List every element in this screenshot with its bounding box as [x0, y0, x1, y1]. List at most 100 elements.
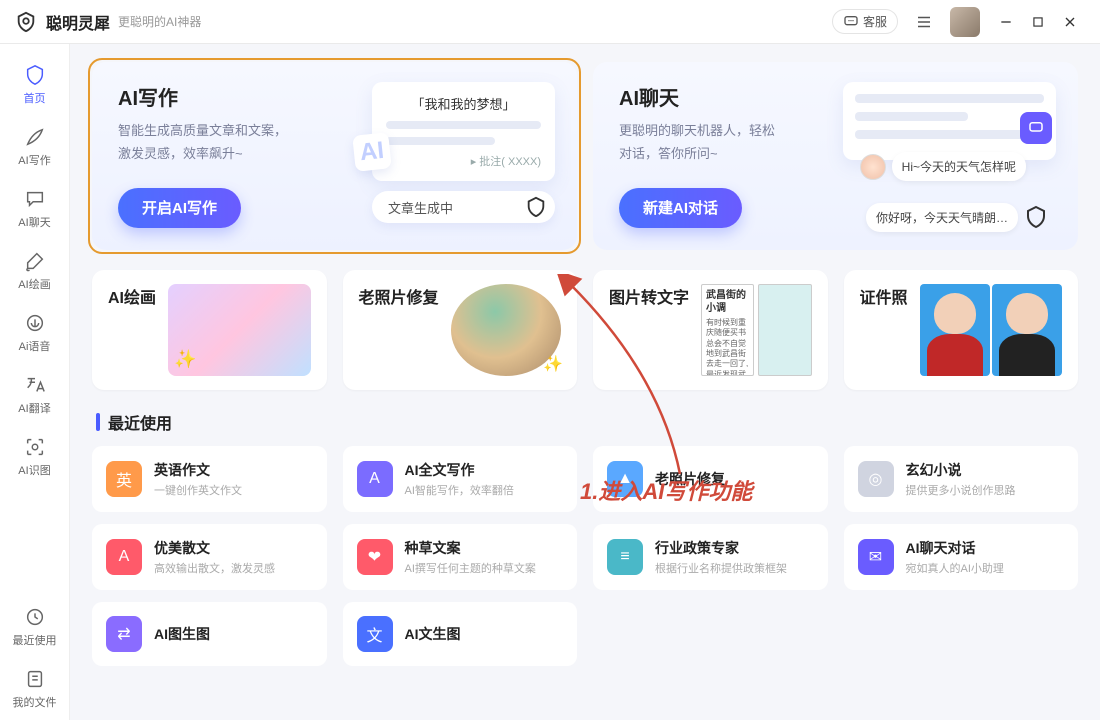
- new-ai-chat-button[interactable]: 新建AI对话: [619, 188, 742, 228]
- title-bar: 聪明灵犀 更聪明的AI神器 客服: [0, 0, 1100, 44]
- hero-card-write[interactable]: AI写作 智能生成高质量文章和文案， 激发灵感，效率飙升~ 开启AI写作 AI …: [92, 62, 577, 250]
- sidebar-item-label: AI识图: [18, 462, 50, 478]
- recent-item-icon: ⇄: [106, 616, 142, 652]
- window-minimize-button[interactable]: [992, 8, 1020, 36]
- sidebar-item-label: AI聊天: [18, 214, 50, 230]
- main-area: AI写作 智能生成高质量文章和文案， 激发灵感，效率飙升~ 开启AI写作 AI …: [70, 44, 1100, 720]
- recent-grid: 英英语作文一键创作英文作文 A AI全文写作 AI智能写作，效率翻倍 ▲ 老照片修复 ◎ 玄幻…: [92, 446, 1078, 666]
- sidebar-item-label: 我的文件: [13, 694, 57, 710]
- recent-item-icon: ≡: [607, 539, 643, 575]
- recent-item-title: AI全文写作: [405, 460, 514, 480]
- support-label: 客服: [863, 13, 887, 30]
- preview-doc-title: 「我和我的梦想」: [386, 94, 541, 113]
- preview-status-text: 文章生成中: [388, 198, 453, 217]
- start-ai-write-button[interactable]: 开启AI写作: [118, 188, 241, 228]
- chat-bubble-icon: [843, 14, 859, 30]
- chat-bubble-user: Hi~今天的天气怎样呢: [860, 152, 1026, 181]
- recent-item-icon: ❤: [357, 539, 393, 575]
- recent-item[interactable]: ⇄ AI图生图: [92, 602, 327, 666]
- tool-card-restore[interactable]: 老照片修复: [343, 270, 578, 390]
- mini-avatar-icon: [860, 154, 886, 180]
- recent-item[interactable]: A AI全文写作 AI智能写作，效率翻倍: [343, 446, 578, 512]
- sidebar-item-label: AI绘画: [18, 276, 50, 292]
- hero-card-chat[interactable]: AI聊天 更聪明的聊天机器人，轻松 对话，答你所问~ 新建AI对话 Hi~今天的…: [593, 62, 1078, 250]
- window-maximize-button[interactable]: [1024, 8, 1052, 36]
- tool-thumbnail: [168, 284, 310, 376]
- recent-item-sub: 宛如真人的AI小助理: [906, 560, 1004, 576]
- recent-item-title: 玄幻小说: [906, 460, 1016, 480]
- tool-thumbnail: [451, 284, 561, 376]
- recent-item-sub: 一键创作英文作文: [154, 482, 242, 498]
- sidebar-item-label: Ai语音: [19, 338, 51, 354]
- recent-item-icon: 英: [106, 461, 142, 497]
- recent-item-title: 英语作文: [154, 460, 242, 480]
- recent-item-icon: ▲: [607, 461, 643, 497]
- tool-card-ocr[interactable]: 图片转文字武昌街的小调有时候到重庆随便买书总会不自觉地到武昌街去走一回了,最近发…: [593, 270, 828, 390]
- recent-item[interactable]: 英英语作文一键创作英文作文: [92, 446, 327, 512]
- hero-write-title: AI写作: [118, 82, 358, 111]
- sidebar: 首页 AI写作 AI聊天 AI绘画 Ai语音 AI翻译 AI识图 最: [0, 44, 70, 720]
- sidebar-item-ocr[interactable]: AI识图: [0, 426, 69, 488]
- window-close-button[interactable]: [1056, 8, 1084, 36]
- recent-item-title: AI文生图: [405, 624, 461, 644]
- recent-item-title: 种草文案: [405, 538, 536, 558]
- recent-item-title: 老照片修复: [655, 469, 725, 489]
- menu-button[interactable]: [910, 8, 938, 36]
- hero-write-desc: 智能生成高质量文章和文案， 激发灵感，效率飙升~: [118, 119, 358, 166]
- user-avatar[interactable]: [950, 7, 980, 37]
- recent-item[interactable]: ▲ 老照片修复: [593, 446, 828, 512]
- cube-icon: [1024, 205, 1048, 229]
- ai-glyph-badge: AI: [352, 132, 392, 172]
- recent-item-sub: AI撰写任何主题的种草文案: [405, 560, 536, 576]
- recent-item-sub: 提供更多小说创作思路: [906, 482, 1016, 498]
- app-logo-icon: [14, 10, 38, 34]
- recent-item[interactable]: A 优美散文高效输出散文，激发灵感: [92, 524, 327, 590]
- recent-item-title: 行业政策专家: [655, 538, 787, 558]
- recent-item-sub: AI智能写作，效率翻倍: [405, 482, 514, 498]
- tools-row: AI绘画 老照片修复 图片转文字武昌街的小调有时候到重庆随便买书总会不自觉地到武昌街…: [92, 270, 1078, 390]
- recent-item[interactable]: ✉ AI聊天对话宛如真人的AI小助理: [844, 524, 1079, 590]
- cube-icon: [525, 196, 547, 218]
- tool-thumbnail: [920, 284, 1062, 376]
- preview-generating-pill: 文章生成中: [372, 191, 555, 223]
- sidebar-item-label: AI写作: [18, 152, 50, 168]
- chat-bubble-ai: 你好呀，今天天气晴朗…: [866, 203, 1048, 232]
- recent-item-title: 优美散文: [154, 538, 275, 558]
- tool-card-paint[interactable]: AI绘画: [92, 270, 327, 390]
- recent-section-title: 最近使用: [96, 410, 1078, 434]
- recent-item-title: AI聊天对话: [906, 538, 1004, 558]
- chat-badge-icon: [1020, 112, 1052, 144]
- sidebar-item-write[interactable]: AI写作: [0, 116, 69, 178]
- sidebar-item-label: AI翻译: [18, 400, 50, 416]
- recent-item-icon: ◎: [858, 461, 894, 497]
- hero-chat-desc: 更聪明的聊天机器人，轻松 对话，答你所问~: [619, 119, 829, 166]
- tool-card-id[interactable]: 证件照: [844, 270, 1079, 390]
- recent-item-icon: 文: [357, 616, 393, 652]
- write-preview-window: 「我和我的梦想」 ▸ 批注( XXXX): [372, 82, 555, 181]
- preview-note: ▸ 批注( XXXX): [386, 153, 541, 169]
- sidebar-item-label: 首页: [24, 90, 46, 106]
- app-name: 聪明灵犀: [46, 10, 110, 34]
- sidebar-item-paint[interactable]: AI绘画: [0, 240, 69, 302]
- recent-item-sub: 高效输出散文，激发灵感: [154, 560, 275, 576]
- recent-item-icon: A: [106, 539, 142, 575]
- recent-item[interactable]: ≡ 行业政策专家根据行业名称提供政策框架: [593, 524, 828, 590]
- sidebar-item-translate[interactable]: AI翻译: [0, 364, 69, 426]
- recent-item-sub: 根据行业名称提供政策框架: [655, 560, 787, 576]
- tool-card-title: 老照片修复: [359, 284, 439, 376]
- sidebar-item-chat[interactable]: AI聊天: [0, 178, 69, 240]
- sidebar-item-voice[interactable]: Ai语音: [0, 302, 69, 364]
- tool-card-title: AI绘画: [108, 284, 156, 376]
- sidebar-item-recent[interactable]: 最近使用: [0, 596, 69, 658]
- sidebar-item-home[interactable]: 首页: [0, 54, 69, 116]
- recent-item[interactable]: 文 AI文生图: [343, 602, 578, 666]
- recent-item[interactable]: ◎ 玄幻小说提供更多小说创作思路: [844, 446, 1079, 512]
- recent-item-title: AI图生图: [154, 624, 210, 644]
- hero-chat-title: AI聊天: [619, 82, 829, 111]
- recent-item-icon: ✉: [858, 539, 894, 575]
- tool-thumbnail: 武昌街的小调有时候到重庆随便买书总会不自觉地到武昌街去走一回了,最近发现武昌街大…: [701, 284, 811, 376]
- sidebar-item-files[interactable]: 我的文件: [0, 658, 69, 720]
- recent-item-icon: A: [357, 461, 393, 497]
- support-button[interactable]: 客服: [832, 9, 898, 34]
- recent-item[interactable]: ❤ 种草文案 AI撰写任何主题的种草文案: [343, 524, 578, 590]
